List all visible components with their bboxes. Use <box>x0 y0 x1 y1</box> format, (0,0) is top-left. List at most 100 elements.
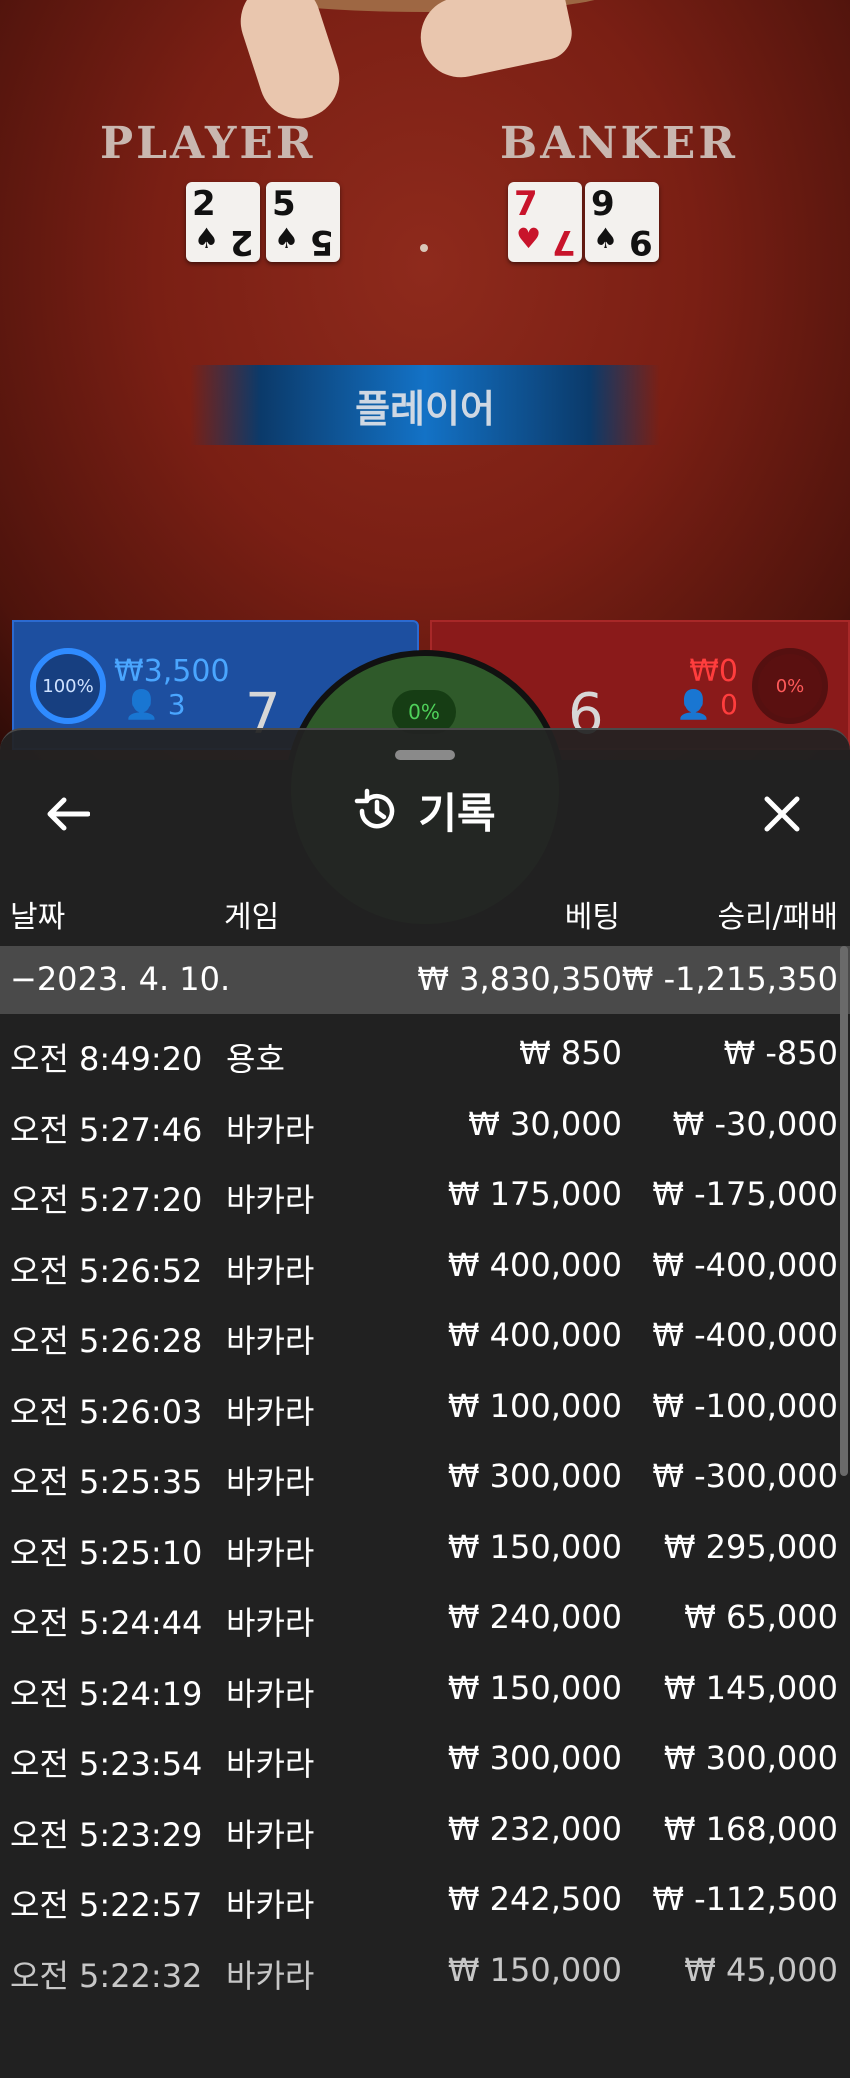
row-winloss: ₩ -400,000 <box>652 1316 838 1354</box>
history-row[interactable]: 오전 5:26:03 바카라 ₩ 100,000 ₩ -100,000 <box>0 1371 850 1442</box>
result-text: 플레이어 <box>355 386 495 431</box>
history-row[interactable]: 오전 5:24:19 바카라 ₩ 150,000 ₩ 145,000 <box>0 1653 850 1724</box>
sheet-title: 기록 <box>418 789 496 838</box>
row-winloss: ₩ 168,000 <box>663 1809 838 1848</box>
user-icon: 👤 <box>676 688 712 721</box>
banker-card-1: 7 ♥ 7 <box>508 182 582 262</box>
row-winloss: ₩ -300,000 <box>652 1457 838 1495</box>
player-bettor-count: 👤 3 <box>124 688 186 721</box>
banker-label: BANKER <box>500 118 738 169</box>
row-game: 바카라 <box>226 1181 315 1219</box>
row-game: 바카라 <box>226 1745 315 1783</box>
row-winloss: ₩ -400,000 <box>652 1245 838 1284</box>
row-bet: ₩ 100,000 <box>447 1386 622 1425</box>
row-bet: ₩ 150,000 <box>447 1668 622 1707</box>
row-bet: ₩ 30,000 <box>468 1104 622 1143</box>
history-row[interactable]: 오전 5:22:32 바카라 ₩ 150,000 ₩ 45,000 <box>0 1935 850 2006</box>
row-winloss: ₩ 65,000 <box>684 1598 838 1636</box>
row-time: 오전 5:26:28 <box>10 1322 203 1360</box>
row-game: 바카라 <box>226 1674 315 1713</box>
row-winloss: ₩ -100,000 <box>652 1386 838 1425</box>
row-time: 오전 5:26:03 <box>10 1392 203 1431</box>
row-winloss: ₩ -850 <box>723 1034 838 1072</box>
row-time: 오전 5:22:32 <box>10 1956 203 1995</box>
row-bet: ₩ 400,000 <box>447 1316 622 1354</box>
row-bet: ₩ 300,000 <box>447 1457 622 1495</box>
close-icon <box>764 796 800 832</box>
column-bet: 베팅 <box>564 900 620 935</box>
row-time: 오전 5:24:19 <box>10 1674 203 1713</box>
row-time: 오전 5:25:10 <box>10 1533 203 1572</box>
history-row[interactable]: 오전 8:49:20 용호 ₩ 850 ₩ -850 <box>0 1018 850 1089</box>
player-label: PLAYER <box>100 118 316 169</box>
row-winloss: ₩ 45,000 <box>684 1950 838 1989</box>
row-bet: ₩ 300,000 <box>447 1739 622 1777</box>
history-row[interactable]: 오전 5:26:52 바카라 ₩ 400,000 ₩ -400,000 <box>0 1230 850 1301</box>
table-center-dot <box>420 244 428 252</box>
sheet-drag-handle[interactable] <box>395 750 455 760</box>
row-game: 바카라 <box>226 1815 315 1854</box>
table-header: 날짜 게임 베팅 승리/패배 <box>0 882 850 942</box>
column-game: 게임 <box>224 900 280 935</box>
row-winloss: ₩ -30,000 <box>672 1104 838 1143</box>
scrollbar[interactable] <box>840 946 848 1476</box>
row-bet: ₩ 400,000 <box>447 1245 622 1284</box>
column-winloss: 승리/패배 <box>717 900 838 935</box>
close-button[interactable] <box>752 784 812 844</box>
row-time: 오전 5:26:52 <box>10 1251 203 1290</box>
history-row[interactable]: 오전 5:27:20 바카라 ₩ 175,000 ₩ -175,000 <box>0 1159 850 1230</box>
history-row[interactable]: 오전 5:25:35 바카라 ₩ 300,000 ₩ -300,000 <box>0 1441 850 1512</box>
sheet-header: 기록 <box>0 770 850 854</box>
row-time: 오전 5:27:20 <box>10 1181 203 1219</box>
row-time: 오전 5:22:57 <box>10 1886 203 1924</box>
row-time: 오전 8:49:20 <box>10 1040 203 1078</box>
row-winloss: ₩ 300,000 <box>663 1739 838 1777</box>
player-card-1: 2 ♠ 2 <box>186 182 260 262</box>
row-game: 바카라 <box>226 1956 315 1995</box>
row-game: 바카라 <box>226 1110 315 1149</box>
row-bet: ₩ 150,000 <box>447 1527 622 1566</box>
date-summary-row[interactable]: −2023. 4. 10. ₩ 3,830,350 ₩ -1,215,350 <box>0 946 850 1014</box>
user-icon: 👤 <box>124 688 159 721</box>
row-time: 오전 5:23:29 <box>10 1815 203 1854</box>
row-bet: ₩ 175,000 <box>447 1175 622 1213</box>
row-game: 바카라 <box>226 1322 315 1360</box>
row-game: 바카라 <box>226 1251 315 1290</box>
history-row[interactable]: 오전 5:23:54 바카라 ₩ 300,000 ₩ 300,000 <box>0 1723 850 1794</box>
live-table-view: PLAYER BANKER 2 ♠ 2 5 ♠ 5 7 ♥ 7 9 ♠ 9 플레… <box>0 0 850 930</box>
banker-bet-amount: ₩0 <box>689 654 738 689</box>
history-row[interactable]: 오전 5:27:46 바카라 ₩ 30,000 ₩ -30,000 <box>0 1089 850 1160</box>
row-game: 바카라 <box>226 1392 315 1431</box>
sheet-title-group: 기록 <box>0 780 850 841</box>
row-time: 오전 5:27:46 <box>10 1110 203 1149</box>
row-game: 용호 <box>226 1040 285 1078</box>
player-card-2: 5 ♠ 5 <box>266 182 340 262</box>
row-game: 바카라 <box>226 1604 315 1642</box>
app-screen: PLAYER BANKER 2 ♠ 2 5 ♠ 5 7 ♥ 7 9 ♠ 9 플레… <box>0 0 850 2078</box>
dealer-hand-left <box>230 0 350 129</box>
player-bet-percent: 100% <box>30 648 106 724</box>
history-row[interactable]: 오전 5:26:28 바카라 ₩ 400,000 ₩ -400,000 <box>0 1300 850 1371</box>
banker-bet-percent: 0% <box>752 648 828 724</box>
history-row[interactable]: 오전 5:22:57 바카라 ₩ 242,500 ₩ -112,500 <box>0 1864 850 1935</box>
row-bet: ₩ 850 <box>519 1034 622 1072</box>
summary-bet: ₩ 3,830,350 <box>417 960 622 998</box>
row-bet: ₩ 242,500 <box>447 1880 622 1918</box>
dealer-hand-right <box>413 0 577 85</box>
row-game: 바카라 <box>226 1533 315 1572</box>
row-time: 오전 5:25:35 <box>10 1463 203 1501</box>
summary-date: −2023. 4. 10. <box>10 960 231 998</box>
column-date: 날짜 <box>10 900 66 935</box>
row-time: 오전 5:24:44 <box>10 1604 203 1642</box>
history-icon <box>355 788 395 828</box>
history-sheet: 기록 날짜 게임 베팅 승리/패배 −2023. 4. 10. ₩ 3,830,… <box>0 728 850 2078</box>
row-winloss: ₩ -112,500 <box>652 1880 838 1918</box>
row-winloss: ₩ 295,000 <box>663 1527 838 1566</box>
history-row[interactable]: 오전 5:24:44 바카라 ₩ 240,000 ₩ 65,000 <box>0 1582 850 1653</box>
result-banner: 플레이어 <box>190 365 660 445</box>
history-row[interactable]: 오전 5:25:10 바카라 ₩ 150,000 ₩ 295,000 <box>0 1512 850 1583</box>
row-winloss: ₩ -175,000 <box>652 1175 838 1213</box>
banker-card-2: 9 ♠ 9 <box>585 182 659 262</box>
player-bet-amount: ₩3,500 <box>114 654 230 689</box>
history-row[interactable]: 오전 5:23:29 바카라 ₩ 232,000 ₩ 168,000 <box>0 1794 850 1865</box>
